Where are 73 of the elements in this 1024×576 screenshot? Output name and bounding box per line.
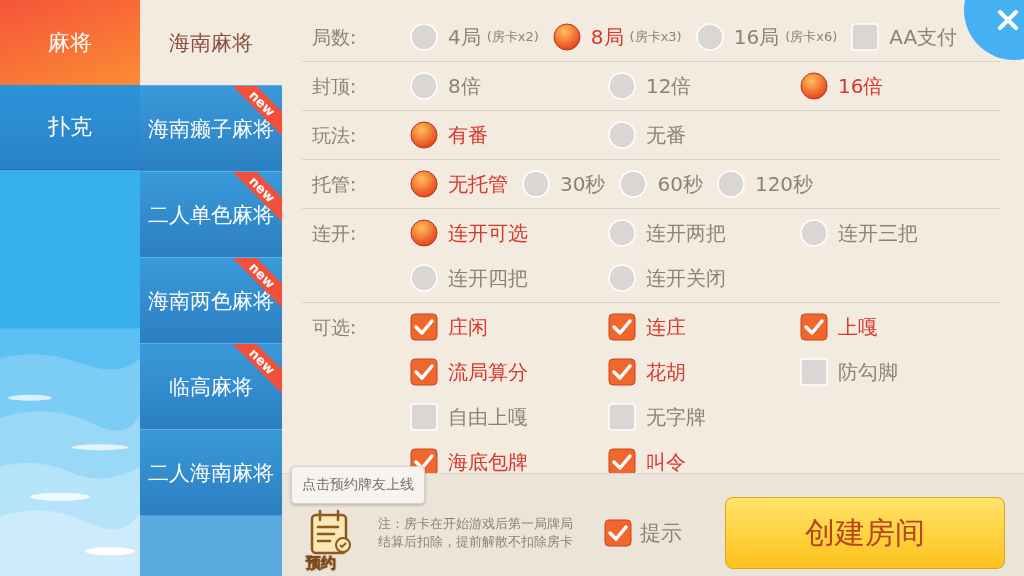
option-label[interactable]: 16倍 bbox=[838, 72, 884, 100]
radio-selected-icon[interactable] bbox=[800, 72, 828, 100]
option-label[interactable]: 花胡 bbox=[646, 358, 686, 386]
radio-selected-icon[interactable] bbox=[410, 219, 438, 247]
radio-selected-icon[interactable] bbox=[552, 23, 581, 51]
radio-icon[interactable] bbox=[410, 264, 438, 292]
option-label[interactable]: 连开关闭 bbox=[646, 264, 726, 292]
rule-label: 托管: bbox=[312, 172, 358, 197]
checkbox-checked-icon[interactable] bbox=[608, 358, 636, 386]
rule-label: 可选: bbox=[312, 315, 358, 340]
checkbox-checked-icon[interactable] bbox=[608, 448, 636, 473]
rule-label: 连开: bbox=[312, 221, 358, 246]
hint-label[interactable]: 提示 bbox=[640, 519, 682, 547]
option-label[interactable]: 庄闲 bbox=[448, 313, 488, 341]
checkbox-icon[interactable] bbox=[851, 23, 880, 51]
create-room-button[interactable]: 创建房间 bbox=[725, 497, 1005, 569]
game-tab[interactable]: 二人海南麻将 bbox=[140, 429, 282, 515]
checkbox-checked-icon[interactable] bbox=[410, 313, 438, 341]
radio-icon[interactable] bbox=[410, 23, 438, 51]
option-label[interactable]: 4局 bbox=[448, 23, 481, 51]
option-label[interactable]: 连开四把 bbox=[448, 264, 528, 292]
option-label[interactable]: 连开两把 bbox=[646, 219, 726, 247]
option-label[interactable]: 12倍 bbox=[646, 72, 692, 100]
radio-icon[interactable] bbox=[619, 170, 648, 198]
category-tab[interactable]: 麻将 bbox=[0, 0, 140, 85]
radio-icon[interactable] bbox=[608, 72, 636, 100]
checkbox-checked-icon[interactable] bbox=[604, 519, 632, 547]
option-label[interactable]: 无托管 bbox=[448, 170, 508, 198]
radio-icon[interactable] bbox=[716, 170, 745, 198]
rule-label: 玩法: bbox=[312, 123, 358, 148]
rule-label: 局数: bbox=[312, 25, 358, 50]
radio-icon[interactable] bbox=[608, 264, 636, 292]
option-label[interactable]: AA支付 bbox=[889, 23, 958, 51]
option-label[interactable]: 8倍 bbox=[448, 72, 481, 100]
option-label[interactable]: 连开三把 bbox=[838, 219, 918, 247]
option-label[interactable]: 无番 bbox=[646, 121, 686, 149]
option-label[interactable]: 无字牌 bbox=[646, 403, 706, 431]
option-label[interactable]: 8局 bbox=[590, 23, 624, 51]
option-label[interactable]: 60秒 bbox=[657, 170, 703, 198]
option-label[interactable]: 有番 bbox=[448, 121, 488, 149]
option-label[interactable]: 防勾脚 bbox=[838, 358, 898, 386]
radio-icon[interactable] bbox=[522, 170, 550, 198]
radio-icon[interactable] bbox=[410, 72, 438, 100]
option-label[interactable]: 叫令 bbox=[646, 448, 686, 473]
option-note: (房卡x6) bbox=[785, 28, 838, 46]
radio-icon[interactable] bbox=[608, 219, 636, 247]
option-label[interactable]: 海底包牌 bbox=[448, 448, 528, 473]
option-label[interactable]: 30秒 bbox=[560, 170, 606, 198]
checkbox-checked-icon[interactable] bbox=[608, 313, 636, 341]
checkbox-icon[interactable] bbox=[410, 403, 438, 431]
option-label[interactable]: 流局算分 bbox=[448, 358, 528, 386]
option-label[interactable]: 连庄 bbox=[646, 313, 686, 341]
radio-selected-icon[interactable] bbox=[410, 121, 438, 149]
option-label[interactable]: 自由上嘎 bbox=[448, 403, 528, 431]
option-note: (房卡x2) bbox=[486, 28, 539, 46]
checkbox-checked-icon[interactable] bbox=[800, 313, 828, 341]
option-label[interactable]: 16局 bbox=[733, 23, 780, 51]
rule-label: 封顶: bbox=[312, 74, 358, 99]
radio-icon[interactable] bbox=[800, 219, 828, 247]
tooltip: 点击预约牌友上线 bbox=[291, 466, 425, 504]
option-note: (房卡x3) bbox=[629, 28, 682, 46]
radio-icon[interactable] bbox=[695, 23, 724, 51]
checkbox-icon[interactable] bbox=[608, 403, 636, 431]
radio-selected-icon[interactable] bbox=[410, 170, 438, 198]
category-tab[interactable]: 扑克 bbox=[0, 85, 140, 170]
close-icon bbox=[997, 9, 1019, 31]
option-label[interactable]: 上嘎 bbox=[838, 313, 878, 341]
checkbox-icon[interactable] bbox=[800, 358, 828, 386]
option-label[interactable]: 120秒 bbox=[754, 170, 814, 198]
checkbox-checked-icon[interactable] bbox=[410, 358, 438, 386]
option-label[interactable]: 连开可选 bbox=[448, 219, 528, 247]
reserve-button[interactable]: 预约 bbox=[306, 509, 356, 571]
radio-icon[interactable] bbox=[608, 121, 636, 149]
